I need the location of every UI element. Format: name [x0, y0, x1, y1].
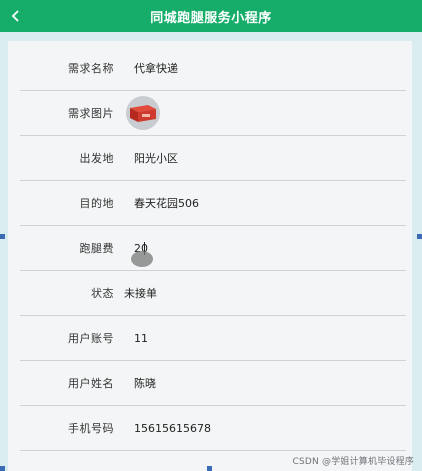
- field-value: 春天花园506: [134, 197, 199, 210]
- field-value: 阳光小区: [134, 152, 178, 165]
- back-button[interactable]: [0, 0, 32, 32]
- resize-handle-left[interactable]: [0, 234, 5, 239]
- field-label: 用户姓名: [68, 377, 114, 390]
- field-row-status: 状态 未接单: [20, 271, 406, 316]
- package-image: [130, 105, 156, 122]
- chevron-left-icon: [11, 10, 19, 22]
- field-value: 15615615678: [134, 421, 211, 435]
- mini-program-screen: 同城跑腿服务小程序 需求名称 代拿快递 需求图片 出发地 阳光小区 目的地 春天…: [0, 0, 422, 471]
- field-value: 陈晓: [134, 377, 156, 390]
- field-row-phone: 手机号码 15615615678: [20, 406, 406, 451]
- field-row-fee: 跑腿费 20: [20, 226, 406, 271]
- field-value: 11: [134, 331, 148, 345]
- resize-handle-bottom[interactable]: [207, 466, 212, 471]
- field-label: 状态: [91, 287, 114, 300]
- field-label: 出发地: [79, 152, 114, 165]
- field-row-destination: 目的地 春天花园506: [20, 181, 406, 226]
- touch-cursor-indicator: [131, 251, 153, 267]
- page-title: 同城跑腿服务小程序: [150, 10, 272, 26]
- field-label: 目的地: [79, 197, 114, 210]
- field-label: 手机号码: [68, 422, 114, 435]
- field-label: 用户账号: [68, 332, 114, 345]
- field-row-account: 用户账号 11: [20, 316, 406, 361]
- field-row-username: 用户姓名 陈晓: [20, 361, 406, 406]
- field-row-image: 需求图片: [20, 91, 406, 136]
- field-row-name: 需求名称 代拿快递: [20, 46, 406, 91]
- demand-image[interactable]: [126, 96, 160, 130]
- field-label: 跑腿费: [79, 242, 114, 255]
- field-label: 需求名称: [68, 62, 114, 75]
- field-row-origin: 出发地 阳光小区: [20, 136, 406, 181]
- watermark: CSDN @学姐计算机毕设程序: [292, 457, 414, 467]
- field-label: 需求图片: [68, 107, 114, 120]
- resize-handle-bottom-left[interactable]: [0, 466, 5, 471]
- nav-bar: 同城跑腿服务小程序: [0, 0, 422, 32]
- resize-handle-right[interactable]: [417, 234, 422, 239]
- detail-card: 需求名称 代拿快递 需求图片 出发地 阳光小区 目的地 春天花园506 跑腿费 …: [8, 41, 412, 471]
- field-value: 未接单: [124, 287, 157, 300]
- field-value: 代拿快递: [134, 62, 178, 75]
